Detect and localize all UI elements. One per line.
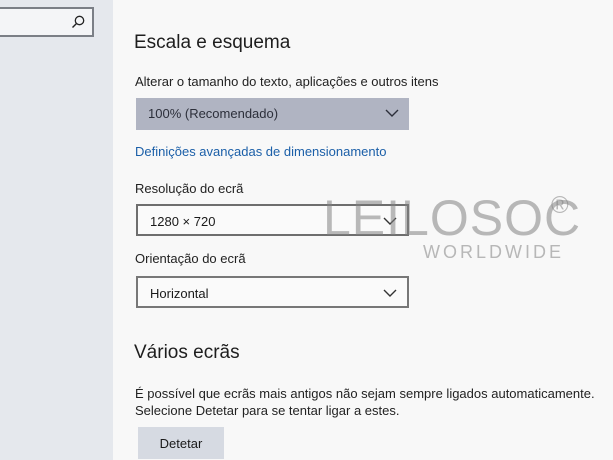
scale-dropdown[interactable]: 100% (Recomendado) (136, 98, 409, 130)
advanced-scaling-link[interactable]: Definições avançadas de dimensionamento (135, 144, 387, 159)
search-box[interactable] (0, 7, 94, 37)
sidebar (0, 0, 113, 460)
orientation-value: Horizontal (150, 286, 209, 301)
resolution-value: 1280 × 720 (150, 214, 216, 229)
multiple-displays-description: É possível que ecrãs mais antigos não se… (135, 386, 595, 418)
chevron-down-icon (383, 289, 397, 297)
watermark-subtitle: WORLDWIDE (423, 242, 564, 262)
scale-heading: Escala e esquema (134, 32, 291, 53)
orientation-dropdown[interactable]: Horizontal (136, 276, 409, 308)
resolution-label: Resolução do ecrã (135, 181, 244, 196)
scale-label: Alterar o tamanho do texto, aplicações e… (135, 74, 439, 89)
search-icon[interactable] (70, 14, 86, 30)
scale-value: 100% (Recomendado) (148, 106, 279, 121)
chevron-down-icon (383, 217, 397, 225)
search-input[interactable] (2, 13, 76, 33)
display-settings-panel: Escala e esquema Alterar o tamanho do te… (113, 0, 613, 460)
detect-button[interactable]: Detetar (138, 427, 224, 459)
multiple-displays-heading: Vários ecrãs (134, 342, 240, 363)
chevron-down-icon (385, 109, 399, 117)
orientation-label: Orientação do ecrã (135, 251, 246, 266)
watermark-registered-mark: ® (551, 192, 569, 219)
resolution-dropdown[interactable]: 1280 × 720 (136, 204, 409, 236)
